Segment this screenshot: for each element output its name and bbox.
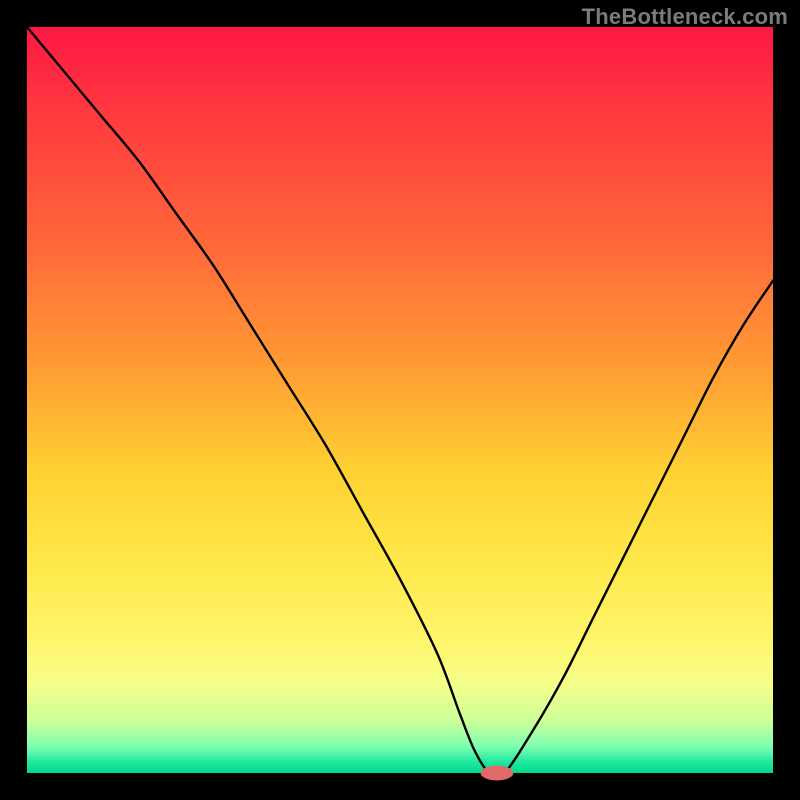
chart-container: { "watermark": "TheBottleneck.com", "col… [0, 0, 800, 800]
optimal-point-marker [481, 766, 514, 781]
chart-gradient-background [27, 27, 773, 773]
watermark-text: TheBottleneck.com [582, 4, 788, 30]
bottleneck-chart [0, 0, 800, 800]
